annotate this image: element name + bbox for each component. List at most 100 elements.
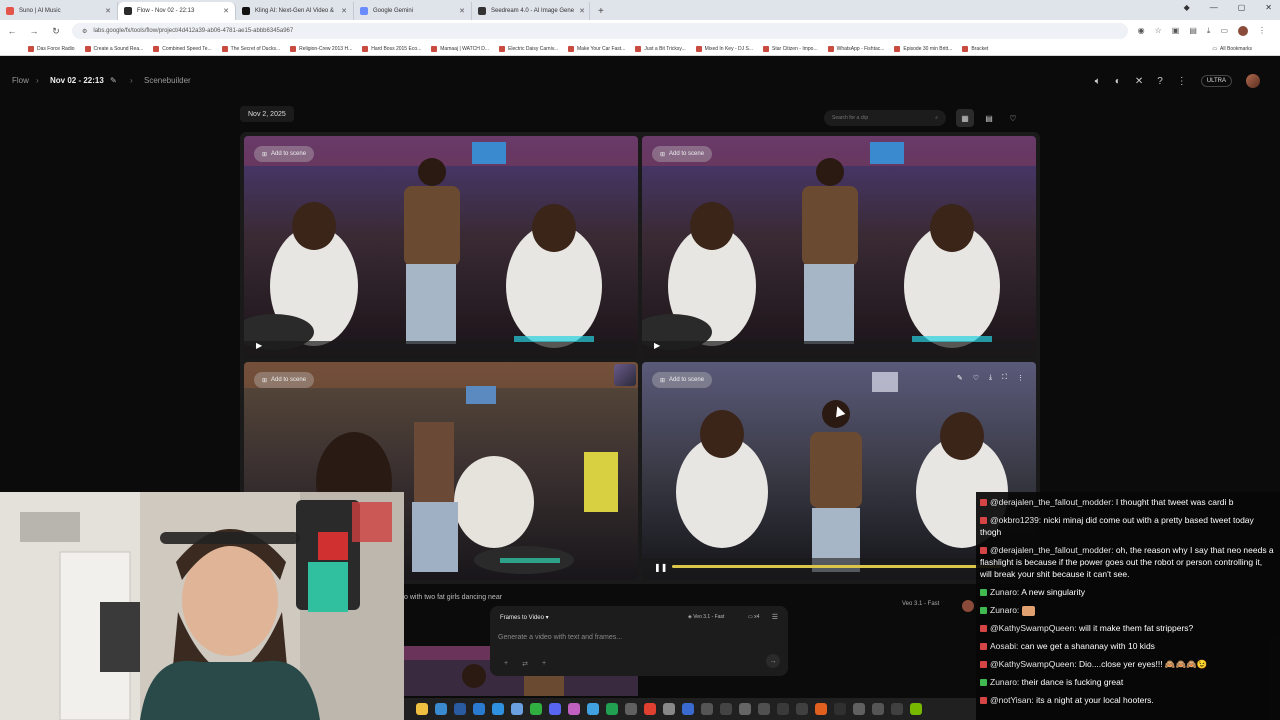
add-to-scene-button[interactable]: ⊞ Add to scene	[652, 146, 713, 162]
send-button[interactable]: →	[766, 654, 780, 668]
app-icon[interactable]	[473, 703, 485, 715]
bookmark-item[interactable]: WhatsApp - Fishtac...	[827, 45, 884, 52]
app-icon[interactable]	[796, 703, 808, 715]
edit-icon[interactable]: ✎	[957, 374, 963, 382]
prompt-input[interactable]: Generate a video with text and frames...	[498, 634, 622, 641]
browser-tab[interactable]: Seedream 4.0 - AI Image Gene ✕	[472, 2, 590, 20]
add-to-scene-button[interactable]: ⊞ Add to scene	[652, 372, 713, 388]
close-icon[interactable]: ✕	[341, 7, 347, 15]
forward-icon[interactable]: →	[28, 26, 40, 36]
xbox-icon[interactable]	[606, 703, 618, 715]
app-icon[interactable]	[701, 703, 713, 715]
bookmark-item[interactable]: Mamaaj | WATCH D...	[431, 45, 489, 52]
fullscreen-icon[interactable]: ⛶	[1002, 374, 1007, 382]
heart-icon[interactable]: ♡	[973, 374, 979, 382]
model-select[interactable]: ◈ Veo 3.1 - Fast	[688, 614, 724, 620]
app-icon[interactable]	[625, 703, 637, 715]
bookmark-item[interactable]: The Secret of Ducks...	[221, 45, 280, 52]
bookmark-item[interactable]: Combined Speed Te...	[153, 45, 212, 52]
app-icon[interactable]	[682, 703, 694, 715]
avatar[interactable]	[1246, 74, 1260, 88]
pencil-icon[interactable]: ✎	[110, 76, 117, 85]
breadcrumb-section[interactable]: Scenebuilder	[144, 76, 191, 85]
mail-icon[interactable]	[492, 703, 504, 715]
project-title[interactable]: Nov 02 - 22:13	[50, 76, 104, 85]
close-icon[interactable]: ✕	[105, 7, 111, 15]
download-icon[interactable]: ⤓	[989, 374, 992, 382]
bookmark-item[interactable]: Just a Bit Tricksy...	[635, 45, 686, 52]
more-vert-icon[interactable]: ⋮	[1177, 76, 1187, 87]
close-icon[interactable]: ✕	[223, 7, 229, 15]
browser-menu-icon[interactable]: ⋮	[1258, 26, 1266, 36]
tab-search-icon[interactable]: ▭	[1220, 26, 1228, 36]
store-icon[interactable]	[454, 703, 466, 715]
add-to-scene-button[interactable]: ⊞ Add to scene	[254, 372, 315, 388]
nvidia-icon[interactable]	[910, 703, 922, 715]
settings-icon[interactable]: ☰	[772, 613, 778, 621]
mode-select[interactable]: Frames to Video ▾	[500, 614, 549, 621]
close-icon[interactable]: ✕	[579, 7, 585, 15]
bookmark-item[interactable]: Create a Sound Rea...	[84, 45, 143, 52]
site-info-icon[interactable]: ⚙	[82, 28, 87, 35]
extensions-icon[interactable]: ▣	[1172, 26, 1180, 36]
bookmark-item[interactable]: Episode 30 min Britt...	[894, 45, 952, 52]
discord-icon[interactable]	[549, 703, 561, 715]
spotify-icon[interactable]	[530, 703, 542, 715]
chrome-icon[interactable]	[644, 703, 656, 715]
reload-icon[interactable]: ↻	[50, 26, 62, 37]
eye-off-icon[interactable]: ◉	[1138, 26, 1145, 36]
help-icon[interactable]: ?	[1157, 76, 1163, 87]
close-icon[interactable]: ✕	[459, 7, 465, 15]
video-clip[interactable]: ⊞ Add to scene ▶	[642, 136, 1036, 358]
bookmark-item[interactable]: Bracket	[962, 45, 988, 52]
app-icon[interactable]	[739, 703, 751, 715]
app-icon[interactable]	[834, 703, 846, 715]
app-icon[interactable]	[663, 703, 675, 715]
sidebar-icon[interactable]: ▤	[1189, 26, 1197, 36]
app-icon[interactable]	[815, 703, 827, 715]
maximize-icon[interactable]: ▢	[1238, 3, 1246, 12]
breadcrumb-root[interactable]: Flow	[12, 76, 29, 85]
swap-icon[interactable]: ⇄	[522, 660, 528, 668]
more-vert-icon[interactable]: ⋮	[1017, 374, 1024, 382]
play-icon[interactable]: ▶	[654, 341, 660, 350]
video-clip[interactable]: ⊞ Add to scene ▶	[244, 136, 638, 358]
add-frame-icon[interactable]: +	[542, 660, 546, 668]
bookmark-item[interactable]: Make Your Car Fast...	[568, 45, 625, 52]
app-icon[interactable]	[587, 703, 599, 715]
back-icon[interactable]: ←	[6, 26, 18, 36]
output-count[interactable]: ▭ x4	[748, 614, 759, 620]
browser-tab[interactable]: Google Gemini ✕	[354, 2, 472, 20]
browser-profile-avatar[interactable]	[1238, 26, 1248, 36]
close-window-icon[interactable]: ✕	[1265, 3, 1272, 12]
bookmark-item[interactable]: Religion-Crew 2013 H...	[290, 45, 352, 52]
app-icon[interactable]	[720, 703, 732, 715]
browser-tab-active[interactable]: Flow - Nov 02 - 22:13 ✕	[118, 2, 236, 20]
app-icon[interactable]	[511, 703, 523, 715]
browser-tab[interactable]: Kling AI: Next-Gen AI Video & ✕	[236, 2, 354, 20]
heart-icon[interactable]: ♡	[1004, 109, 1022, 127]
pause-icon[interactable]: ❚❚	[654, 563, 667, 572]
app-icon[interactable]	[568, 703, 580, 715]
star-icon[interactable]: ☆	[1155, 26, 1162, 36]
app-icon[interactable]	[777, 703, 789, 715]
play-icon[interactable]: ▶	[256, 341, 262, 350]
add-frame-icon[interactable]: +	[504, 660, 508, 668]
playback-progress[interactable]	[672, 565, 1026, 568]
bookmark-item[interactable]: Electric Daisy Carniv...	[499, 45, 558, 52]
new-tab-button[interactable]: +	[590, 2, 612, 20]
bookmark-item[interactable]: Mixed In Key - DJ S...	[695, 45, 753, 52]
volume-icon[interactable]: 🔈︎	[1095, 76, 1101, 87]
x-logo-icon[interactable]: ✕	[1135, 76, 1143, 87]
search-input[interactable]: Search for a clip ⌕	[824, 110, 946, 126]
bookmark-item[interactable]: Das Force Radio	[28, 45, 75, 52]
bookmark-item[interactable]: Star Citizen - Impo...	[763, 45, 818, 52]
browser-tab[interactable]: Suno | AI Music ✕	[0, 2, 118, 20]
add-to-scene-button[interactable]: ⊞ Add to scene	[254, 146, 315, 162]
folder-icon[interactable]	[416, 703, 428, 715]
profile-icon[interactable]: ◆	[1184, 3, 1190, 12]
minimize-icon[interactable]: —	[1210, 3, 1218, 12]
download-icon[interactable]: ⤓	[1207, 26, 1211, 36]
app-icon[interactable]	[853, 703, 865, 715]
bookmark-item[interactable]: Hard Boss 2015 Eco...	[362, 45, 421, 52]
